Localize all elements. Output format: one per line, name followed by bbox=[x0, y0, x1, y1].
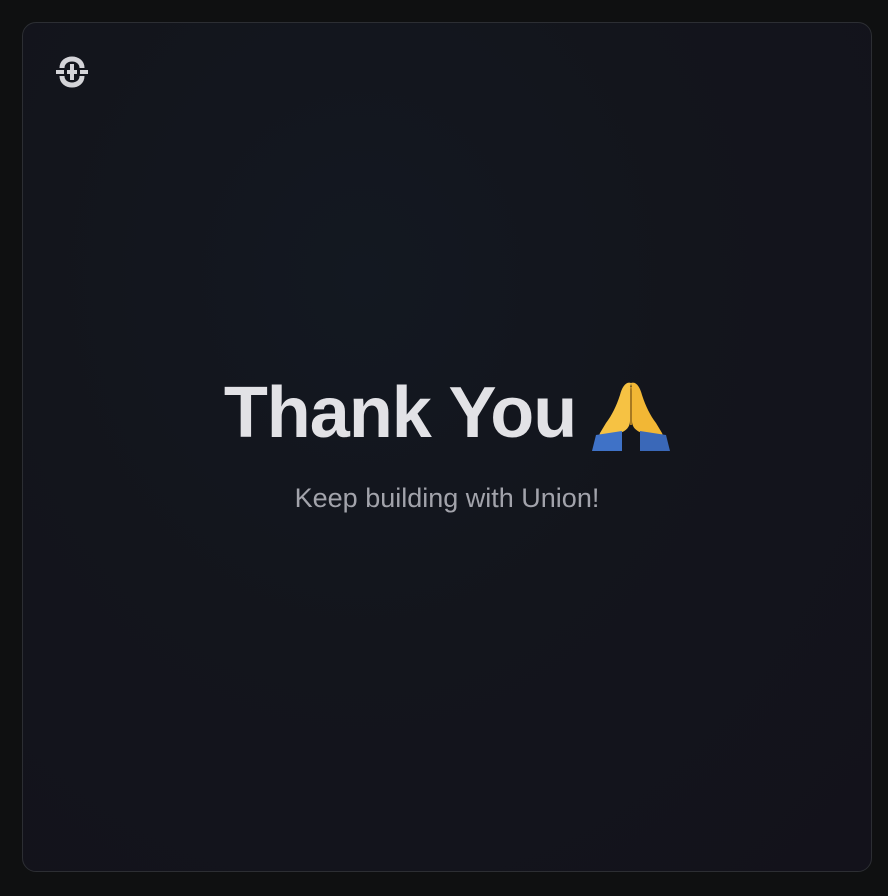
subtitle: Keep building with Union! bbox=[294, 483, 600, 513]
title-row: Thank You bbox=[23, 373, 871, 453]
folded-hands-icon bbox=[592, 377, 671, 451]
thank-you-card: Thank You Keep building with Union! bbox=[22, 22, 872, 872]
union-logo-icon bbox=[54, 54, 90, 90]
thank-you-content: Thank You Keep building with Union! bbox=[23, 373, 871, 514]
page-title: Thank You bbox=[223, 373, 577, 453]
